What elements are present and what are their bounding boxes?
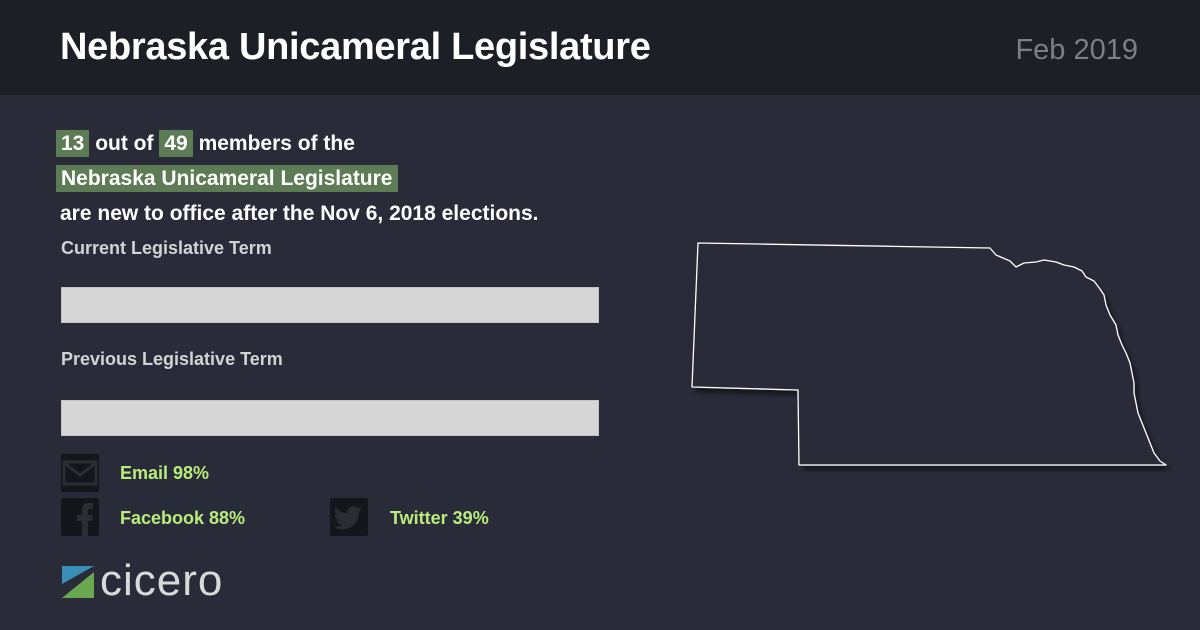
cicero-logo-text: cicero (100, 556, 224, 605)
twitter-stat: Twitter 39% (390, 508, 489, 528)
new-count-badge: 13 (56, 130, 90, 157)
summary-line-1: 13 out of 49 members of the (56, 126, 656, 161)
cicero-logo-mark-icon (62, 566, 94, 598)
header-bar: Nebraska Unicameral Legislature Feb 2019 (0, 0, 1200, 95)
email-stat: Email 98% (120, 463, 210, 483)
current-term-bar (61, 287, 599, 323)
previous-term-bar (61, 400, 599, 436)
body-name-badge: Nebraska Unicameral Legislature (56, 165, 398, 192)
facebook-stat: Facebook 88% (120, 508, 246, 528)
total-count-badge: 49 (159, 130, 193, 157)
nebraska-outline (691, 242, 1167, 466)
summary-line-3: are new to office after the Nov 6, 2018 … (60, 202, 539, 225)
share-card: Nebraska Unicameral Legislature Feb 2019… (0, 0, 1200, 630)
envelope-icon (61, 454, 99, 492)
date-label: Feb 2019 (1015, 34, 1138, 66)
summary-text: 13 out of 49 members of the Nebraska Uni… (56, 126, 656, 231)
current-term-label: Current Legislative Term (61, 238, 272, 258)
page-title: Nebraska Unicameral Legislature (60, 26, 651, 68)
nebraska-state-map (691, 242, 1167, 466)
facebook-icon (61, 498, 99, 536)
twitter-icon (330, 498, 368, 536)
summary-line-1-tail: members of the (198, 132, 355, 155)
summary-line-2: Nebraska Unicameral Legislature (56, 161, 656, 196)
summary-connector: out of (95, 132, 154, 155)
cicero-logo: cicero (62, 556, 272, 605)
previous-term-label: Previous Legislative Term (61, 349, 283, 369)
